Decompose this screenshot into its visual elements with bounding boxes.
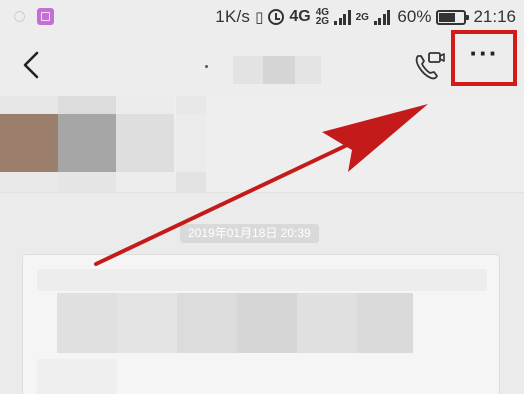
pixel-block — [0, 114, 58, 172]
gallery-icon — [37, 8, 54, 25]
pixel-block — [58, 96, 116, 114]
pixel-block — [37, 269, 487, 291]
more-options-button[interactable]: ··· — [459, 38, 509, 78]
app-icon — [14, 11, 25, 22]
pixel-block — [0, 96, 58, 114]
signal-icon — [334, 9, 351, 25]
title-dot — [205, 65, 208, 68]
network-type-stack: 4G 2G — [315, 8, 330, 27]
screen: 1K/s ▯ 4G 4G 2G 2G 60% 21:16 ··· 2019年01… — [0, 0, 524, 394]
battery-icon — [436, 9, 470, 25]
pixel-block — [117, 293, 177, 353]
pixel-block — [177, 293, 237, 353]
redacted-block — [263, 56, 295, 84]
pixel-block — [0, 172, 58, 192]
pixel-block — [116, 96, 174, 114]
video-call-icon — [415, 52, 445, 80]
status-bar: 1K/s ▯ 4G 4G 2G 2G 60% 21:16 — [0, 0, 524, 34]
back-button[interactable] — [14, 46, 50, 84]
pixel-block — [116, 114, 174, 172]
redacted-block — [295, 56, 321, 84]
message-timestamp: 2019年01月18日 20:39 — [180, 224, 319, 243]
redacted-block — [233, 56, 263, 84]
pixel-block — [58, 172, 116, 192]
pixel-block — [237, 293, 297, 353]
network-2g-small: 2G — [315, 16, 330, 27]
contact-name-redacted — [205, 56, 325, 84]
chevron-left-icon — [23, 51, 39, 79]
network-4g: 4G — [289, 8, 311, 25]
pixel-block — [176, 114, 206, 172]
clock: 21:16 — [473, 7, 516, 26]
pixel-block — [37, 359, 117, 394]
pixel-block — [176, 96, 206, 114]
status-right: 1K/s ▯ 4G 4G 2G 2G 60% 21:16 — [215, 6, 516, 28]
pixelated-banner — [0, 96, 524, 192]
pixel-block — [357, 293, 413, 353]
divider — [0, 192, 524, 193]
vibrate-icon: ▯ — [255, 9, 264, 26]
network-2g: 2G — [355, 11, 369, 23]
signal-icon-2 — [373, 9, 391, 25]
battery-percent: 60% — [397, 7, 432, 26]
pixel-block — [297, 293, 357, 353]
message-card[interactable] — [22, 254, 500, 394]
pixel-block — [116, 172, 174, 192]
alarm-icon — [268, 9, 285, 25]
net-speed: 1K/s — [215, 7, 251, 26]
pixel-block — [176, 172, 206, 192]
pixel-block — [58, 114, 116, 172]
chat-header — [0, 34, 524, 96]
video-call-button[interactable] — [412, 48, 446, 84]
pixel-block — [57, 293, 117, 353]
